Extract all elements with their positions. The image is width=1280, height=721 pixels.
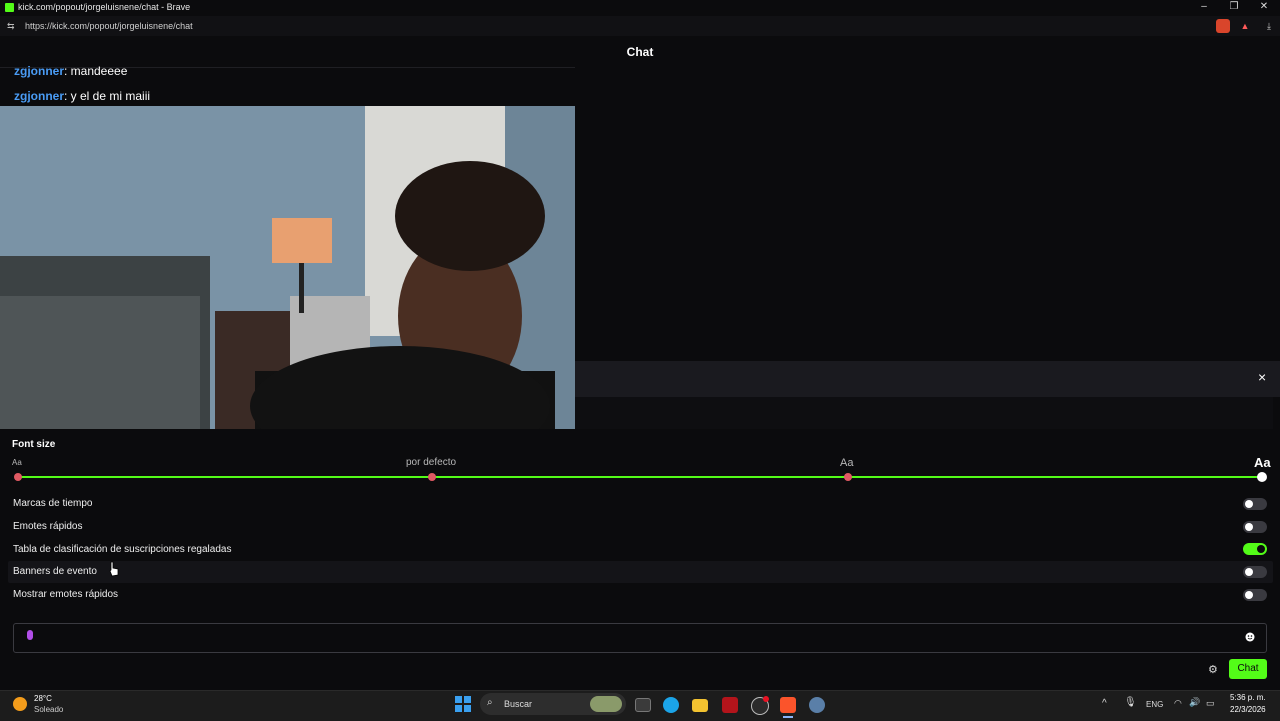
font-size-stop[interactable]	[844, 473, 852, 481]
volume-icon[interactable]: 🔊	[1189, 697, 1200, 708]
setting-label: Tabla de clasificación de suscripciones …	[13, 544, 232, 555]
microphone-tray-icon[interactable]: 🎙	[1124, 697, 1137, 708]
wifi-icon[interactable]: ◠	[1174, 698, 1182, 709]
window-title-bar: kick.com/popout/jorgeluisnene/chat - Bra…	[0, 0, 1280, 16]
message-username[interactable]: zgjonner	[14, 89, 64, 103]
font-size-title: Font size	[12, 439, 56, 450]
file-explorer-icon[interactable]	[692, 699, 708, 712]
battery-icon[interactable]: ▭	[1206, 698, 1215, 709]
font-size-tick-large: Aa	[840, 457, 854, 469]
download-icon[interactable]: ⤓	[1262, 19, 1276, 33]
message-text: : mandeeee	[64, 64, 128, 78]
emoji-icon[interactable]	[1245, 632, 1255, 642]
font-size-stop[interactable]	[428, 473, 436, 481]
search-highlight-image	[590, 696, 622, 712]
brave-shields-icon[interactable]	[1216, 19, 1230, 33]
chevron-up-icon[interactable]: ^	[1102, 698, 1107, 709]
font-size-slider-handle[interactable]	[1257, 472, 1267, 482]
minimize-button[interactable]: –	[1197, 1, 1211, 15]
font-size-tick-xlarge: Aa	[1254, 455, 1271, 470]
window-title: kick.com/popout/jorgeluisnene/chat - Bra…	[18, 2, 191, 12]
weather-sun-icon[interactable]	[13, 697, 27, 711]
setting-label: Banners de evento	[13, 566, 97, 577]
message-text: : y el de mi maiii	[64, 89, 151, 103]
address-bar: ⇆ https://kick.com/popout/jorgeluisnene/…	[0, 16, 1280, 36]
kick-app-icon	[5, 3, 14, 12]
floating-video-player[interactable]	[0, 106, 575, 429]
show-quick-emotes-toggle[interactable]	[1243, 589, 1267, 601]
toggle-knob	[1245, 568, 1253, 576]
chat-message: zgjonner: mandeeee	[14, 64, 127, 78]
settings-app-icon[interactable]	[809, 697, 825, 713]
windows-start-icon[interactable]	[455, 696, 471, 712]
font-size-slider-track[interactable]	[17, 476, 1262, 478]
setting-label: Marcas de tiempo	[13, 498, 93, 509]
setting-label: Mostrar emotes rápidos	[13, 589, 119, 600]
quick-emotes-toggle[interactable]	[1243, 521, 1267, 533]
setting-row-hover-highlight	[8, 561, 1273, 583]
search-icon: ⌕	[487, 697, 493, 708]
url-text[interactable]: https://kick.com/popout/jorgeluisnene/ch…	[25, 21, 193, 31]
clock-date[interactable]: 22/3/2026	[1230, 705, 1266, 714]
settings-subheader	[575, 397, 1273, 429]
microphone-icon[interactable]	[25, 630, 35, 644]
chat-message: zgjonner: y el de mi maiii	[14, 89, 150, 103]
notification-badge	[763, 696, 769, 702]
active-app-indicator	[783, 716, 793, 718]
message-username[interactable]: zgjonner	[14, 64, 64, 78]
font-size-stop[interactable]	[14, 473, 22, 481]
clock-time[interactable]: 5:36 p. m.	[1230, 693, 1266, 702]
app-red-icon[interactable]	[722, 697, 738, 713]
taskbar-search-box[interactable]: ⌕ Buscar	[480, 693, 626, 715]
setting-label: Emotes rápidos	[13, 521, 83, 532]
chat-header: Chat	[0, 36, 1280, 68]
mouse-cursor-icon	[109, 561, 119, 577]
video-frame-image	[0, 106, 575, 429]
toggle-knob	[1245, 500, 1253, 508]
language-indicator[interactable]: ENG	[1146, 700, 1163, 709]
task-view-icon[interactable]	[635, 698, 651, 712]
gifted-subs-leaderboard-toggle[interactable]	[1243, 543, 1267, 555]
search-label: Buscar	[504, 699, 533, 709]
settings-panel-header: ×	[575, 361, 1280, 397]
toggle-knob	[1245, 523, 1253, 531]
weather-desc[interactable]: Soleado	[34, 705, 63, 714]
send-chat-button[interactable]: Chat	[1229, 659, 1267, 679]
chat-message-input[interactable]	[13, 623, 1267, 653]
event-banners-toggle[interactable]	[1243, 566, 1267, 578]
chat-title: Chat	[626, 45, 654, 59]
toggle-knob	[1257, 545, 1265, 553]
restore-button[interactable]: ❐	[1227, 1, 1241, 15]
close-window-button[interactable]: ✕	[1257, 1, 1271, 15]
site-info-icon[interactable]: ⇆	[7, 21, 15, 32]
timestamps-toggle[interactable]	[1243, 498, 1267, 510]
brave-browser-icon[interactable]	[780, 697, 796, 713]
brave-rewards-icon[interactable]: ▲	[1238, 19, 1252, 33]
chat-settings-gear-icon[interactable]: ⚙	[1208, 663, 1218, 676]
close-settings-button[interactable]: ×	[1258, 369, 1266, 385]
toggle-knob	[1245, 591, 1253, 599]
weather-temp[interactable]: 28°C	[34, 694, 52, 703]
font-size-tick-small: Aa	[12, 458, 22, 467]
font-size-tick-default: por defecto	[406, 457, 457, 468]
edge-browser-icon[interactable]	[663, 697, 679, 713]
chat-area	[575, 67, 1280, 361]
